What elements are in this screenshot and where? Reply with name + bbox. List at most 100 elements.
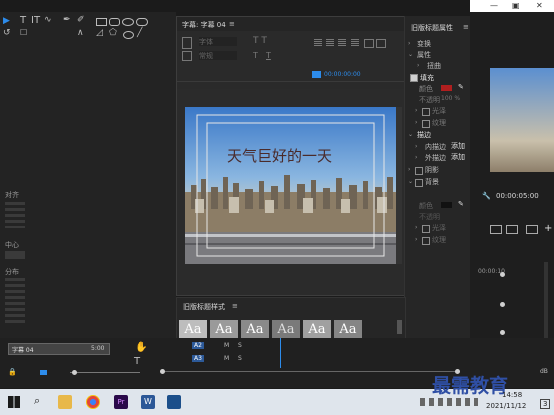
stroke-section[interactable]: 描边 bbox=[417, 130, 431, 140]
chevron-right-icon[interactable]: › bbox=[415, 119, 417, 126]
vertical-type-icon[interactable]: IT bbox=[31, 15, 40, 26]
font-style-select[interactable]: 常规 bbox=[199, 51, 237, 60]
export-frame-icon[interactable] bbox=[526, 225, 538, 234]
chrome-icon[interactable] bbox=[86, 395, 100, 409]
playhead-icon[interactable] bbox=[312, 71, 321, 78]
timeline-clip[interactable]: 字幕 04 5:00 bbox=[8, 343, 110, 355]
sheen-checkbox[interactable] bbox=[422, 108, 430, 116]
chevron-right-icon[interactable]: › bbox=[415, 143, 417, 150]
title-text[interactable]: 天气巨好的一天 bbox=[227, 145, 332, 166]
align-right-icon[interactable] bbox=[338, 39, 346, 46]
wrench-icon[interactable]: 🔧 bbox=[482, 192, 491, 200]
bold-icon[interactable]: T bbox=[253, 51, 258, 60]
sheen-section[interactable]: 光泽 bbox=[432, 106, 446, 116]
track-a2-label[interactable]: A2 bbox=[192, 342, 204, 349]
timeline-scrollbar[interactable] bbox=[160, 371, 460, 372]
file-explorer-icon[interactable] bbox=[58, 395, 72, 409]
eyedropper-icon[interactable]: ✎ bbox=[458, 83, 464, 91]
text-size-icon[interactable]: T T bbox=[253, 36, 267, 46]
zoom-slider[interactable] bbox=[70, 372, 140, 373]
new-title-icon[interactable] bbox=[182, 37, 192, 49]
fill-opacity-value[interactable]: 100 % bbox=[441, 95, 460, 102]
align-buttons[interactable] bbox=[5, 202, 25, 228]
selection-tool-icon[interactable]: ▶ bbox=[3, 16, 10, 26]
fill-section[interactable]: 填充 bbox=[420, 73, 434, 83]
chevron-down-icon[interactable]: ⌄ bbox=[408, 131, 413, 138]
panel-menu-icon[interactable]: ≡ bbox=[229, 20, 235, 28]
maximize-icon[interactable]: ▣ bbox=[512, 0, 520, 12]
track-a3-label[interactable]: A3 bbox=[192, 355, 204, 362]
clock-time[interactable]: 14:58 bbox=[502, 391, 522, 399]
shadow-checkbox[interactable] bbox=[415, 167, 423, 175]
style-swatch[interactable]: Aa bbox=[179, 320, 207, 339]
bg-sheen-checkbox[interactable] bbox=[422, 225, 430, 233]
inner-stroke-section[interactable]: 内描边 bbox=[425, 142, 446, 152]
windows-start-icon[interactable] bbox=[8, 396, 20, 408]
shadow-section[interactable]: 阴影 bbox=[425, 165, 439, 175]
pen-tool-icon[interactable]: ✒ bbox=[63, 15, 71, 25]
mute-button[interactable]: M bbox=[224, 342, 229, 349]
solo-button[interactable]: S bbox=[238, 342, 242, 349]
zoom-knob[interactable] bbox=[72, 370, 77, 375]
track-icon[interactable] bbox=[40, 370, 47, 375]
app-icon[interactable] bbox=[167, 395, 181, 409]
program-timecode[interactable]: 00:00:05:00 bbox=[496, 192, 539, 200]
overwrite-icon[interactable] bbox=[490, 225, 502, 234]
clock-date[interactable]: 2021/11/12 bbox=[486, 402, 526, 410]
style-swatch[interactable]: Aa bbox=[210, 320, 238, 339]
inner-stroke-add[interactable]: 添加 bbox=[451, 141, 465, 151]
meter-knob[interactable] bbox=[500, 302, 505, 307]
tab-stops-icon[interactable] bbox=[351, 39, 359, 46]
styles-scrollbar[interactable] bbox=[397, 320, 402, 334]
close-icon[interactable]: ✕ bbox=[536, 0, 543, 12]
texture-section[interactable]: 纹理 bbox=[432, 118, 446, 128]
tray-icons[interactable] bbox=[420, 398, 478, 406]
ellipse2-icon[interactable] bbox=[123, 31, 134, 39]
hand-tool-icon[interactable]: ✋ bbox=[135, 342, 147, 353]
meter-knob[interactable] bbox=[500, 272, 505, 277]
outer-stroke-section[interactable]: 外描边 bbox=[425, 153, 446, 163]
panel-menu-icon[interactable]: ≡ bbox=[463, 23, 469, 31]
rectangle-tool-icon[interactable] bbox=[96, 18, 107, 26]
fill-color-swatch[interactable] bbox=[441, 85, 452, 91]
transform-section[interactable]: 变换 bbox=[417, 39, 431, 49]
mute-button[interactable]: M bbox=[224, 355, 229, 362]
underline-icon[interactable]: T bbox=[266, 51, 271, 60]
bg-texture-section[interactable]: 纹理 bbox=[432, 235, 446, 245]
insert-icon[interactable] bbox=[506, 225, 518, 234]
distribute-buttons[interactable] bbox=[5, 278, 25, 323]
dialog-timecode[interactable]: 00:00:00:00 bbox=[324, 71, 361, 78]
meter-knob[interactable] bbox=[500, 330, 505, 335]
center-buttons[interactable] bbox=[5, 251, 25, 259]
style-swatch[interactable]: Aa bbox=[241, 320, 269, 339]
arc-tool-icon[interactable] bbox=[136, 18, 148, 26]
clipped-corner-icon[interactable]: ⬠ bbox=[109, 28, 117, 38]
lock-icon[interactable]: 🔒 bbox=[8, 368, 17, 376]
title-canvas[interactable]: 天气巨好的一天 bbox=[185, 107, 396, 264]
rounded-rect-icon[interactable] bbox=[109, 18, 120, 26]
bg-texture-checkbox[interactable] bbox=[422, 237, 430, 245]
playhead-line[interactable] bbox=[280, 338, 281, 368]
chevron-down-icon[interactable]: ⌄ bbox=[408, 51, 413, 58]
wedge-tool-icon[interactable]: ◿ bbox=[96, 28, 103, 38]
fill-checkbox[interactable] bbox=[410, 74, 418, 82]
background-section[interactable]: 背景 bbox=[425, 177, 439, 187]
show-video-icon[interactable] bbox=[364, 39, 374, 48]
line-tool-icon[interactable]: ╱ bbox=[137, 28, 142, 38]
safe-margin-icon[interactable] bbox=[376, 39, 386, 48]
texture-checkbox[interactable] bbox=[422, 120, 430, 128]
background-checkbox[interactable] bbox=[415, 179, 423, 187]
chevron-right-icon[interactable]: › bbox=[415, 154, 417, 161]
bg-eyedropper-icon[interactable]: ✎ bbox=[458, 200, 464, 208]
word-icon[interactable]: W bbox=[141, 395, 155, 409]
chevron-right-icon[interactable]: › bbox=[417, 62, 419, 69]
panel-menu-icon[interactable]: ≡ bbox=[232, 302, 238, 310]
chevron-down-icon[interactable]: ⌄ bbox=[408, 178, 413, 185]
properties-section[interactable]: 属性 bbox=[417, 50, 431, 60]
path-type-icon[interactable]: ∿ bbox=[44, 15, 52, 25]
style-swatch[interactable]: Aa bbox=[303, 320, 331, 339]
bg-sheen-section[interactable]: 光泽 bbox=[432, 223, 446, 233]
scroll-knob[interactable] bbox=[160, 369, 165, 374]
chevron-right-icon[interactable]: › bbox=[415, 236, 417, 243]
bg-color-swatch[interactable] bbox=[441, 202, 452, 208]
